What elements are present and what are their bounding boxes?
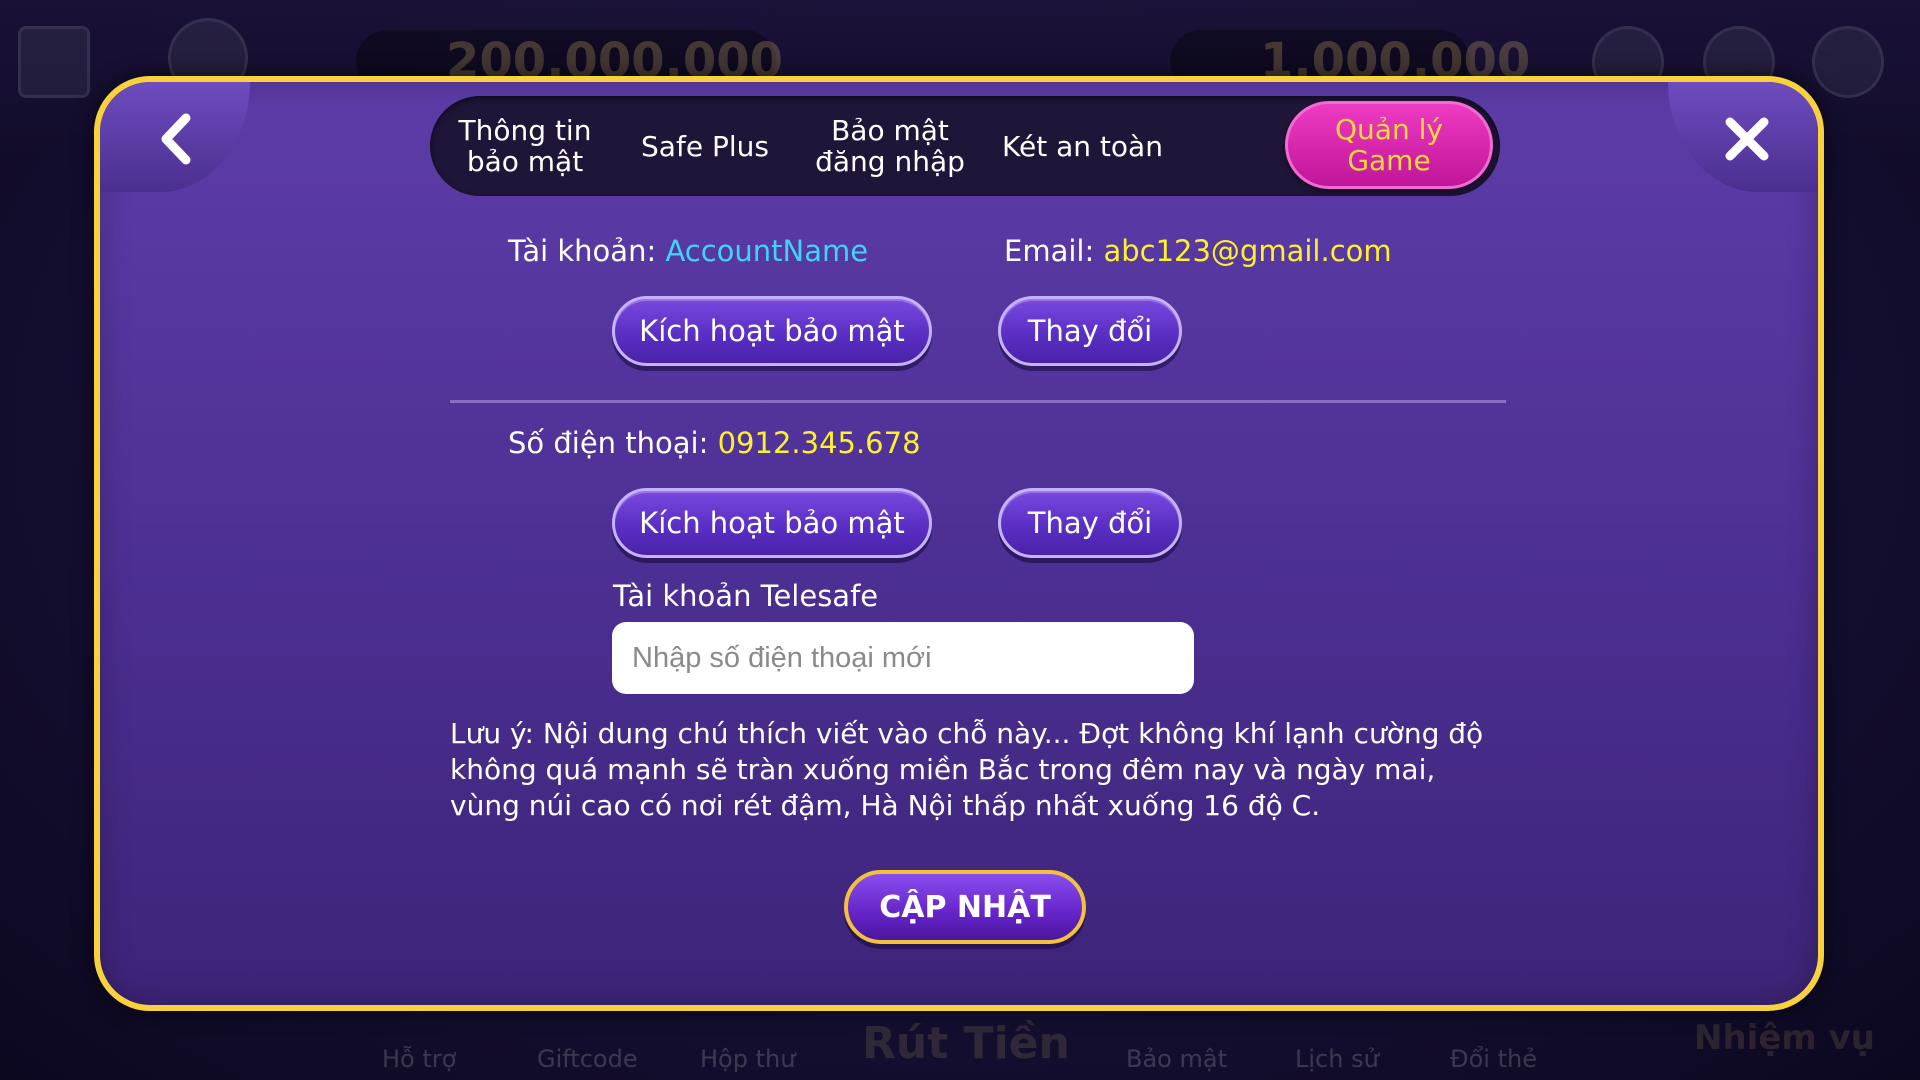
tab-safe-box[interactable]: Két an toàn (990, 96, 1175, 196)
phone-row: Số điện thoại: 0912.345.678 (508, 426, 921, 460)
nav-withdraw: Rút Tiền (862, 1018, 1070, 1069)
nav-giftcode: Giftcode (537, 1045, 638, 1073)
tab-bar: Thông tin bảo mật Safe Plus Bảo mật đăng… (430, 96, 1500, 196)
account-value: AccountName (665, 234, 869, 268)
tab-safe-plus[interactable]: Safe Plus (620, 96, 790, 196)
nav-card-exchange: Đổi thẻ (1450, 1045, 1537, 1073)
phone-value: 0912.345.678 (717, 426, 921, 460)
chevron-left-icon (161, 113, 191, 165)
nav-mailbox: Hộp thư (700, 1045, 796, 1073)
phone-label: Số điện thoại: (508, 426, 709, 460)
telesafe-label: Tài khoản Telesafe (613, 579, 879, 613)
close-button[interactable] (1712, 104, 1782, 174)
activate-phone-security-button[interactable]: Kích hoạt bảo mật (612, 488, 932, 558)
tab-login-security[interactable]: Bảo mật đăng nhập (805, 96, 975, 196)
email-label: Email: (1004, 234, 1095, 268)
note-text: Lưu ý: Nội dung chú thích viết vào chỗ n… (450, 717, 1484, 822)
security-dialog: Thông tin bảo mật Safe Plus Bảo mật đăng… (94, 76, 1824, 1011)
tab-game-management[interactable]: Quản lý Game (1285, 101, 1493, 189)
settings-icon (1812, 26, 1884, 98)
activate-security-button[interactable]: Kích hoạt bảo mật (612, 296, 932, 366)
tab-security-info[interactable]: Thông tin bảo mật (450, 96, 600, 196)
close-icon (1725, 117, 1769, 161)
update-button[interactable]: CẬP NHẬT (844, 870, 1086, 944)
change-phone-button[interactable]: Thay đổi (998, 488, 1182, 558)
nav-security: Bảo mật (1126, 1045, 1227, 1073)
nav-support: Hỗ trợ (382, 1045, 457, 1073)
telesafe-phone-input[interactable] (612, 622, 1194, 694)
account-row: Tài khoản: AccountName (508, 234, 868, 268)
nav-missions: Nhiệm vụ (1694, 1018, 1876, 1058)
nav-history: Lịch sử (1295, 1045, 1379, 1073)
change-email-button[interactable]: Thay đổi (998, 296, 1182, 366)
account-label: Tài khoản: (508, 234, 657, 268)
back-button[interactable] (142, 104, 212, 174)
email-row: Email: abc123@gmail.com (1004, 234, 1392, 268)
section-divider (450, 400, 1506, 403)
email-value: abc123@gmail.com (1103, 234, 1392, 268)
logout-icon (18, 26, 90, 98)
